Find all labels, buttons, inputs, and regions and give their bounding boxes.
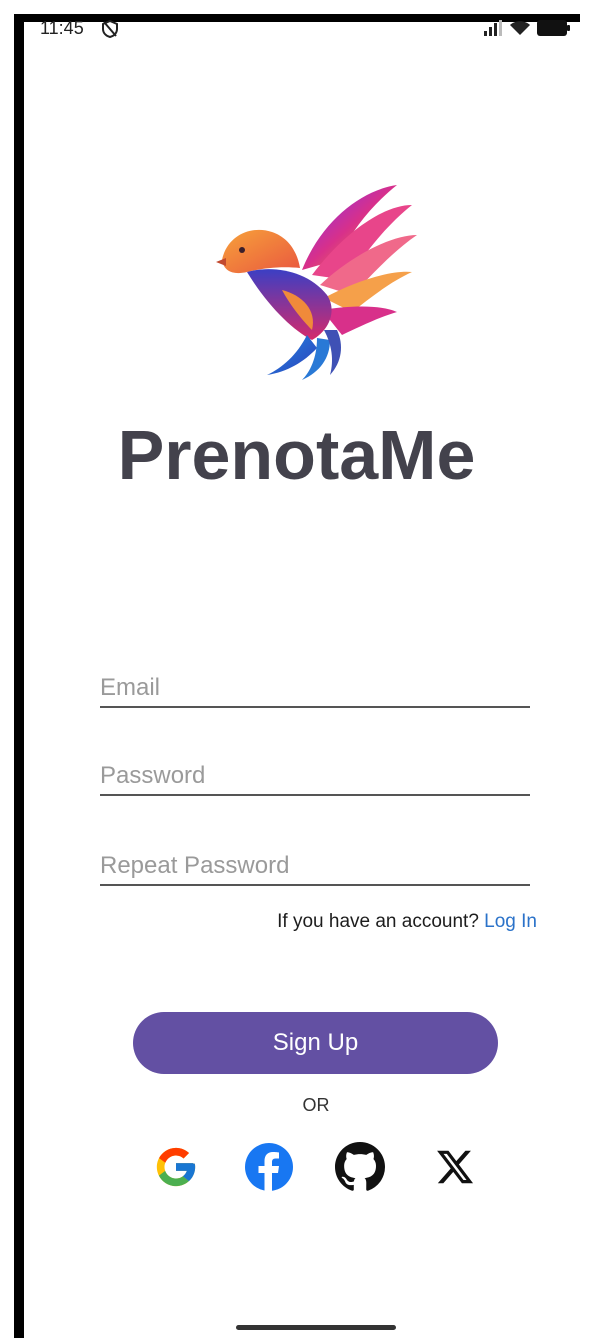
signal-icon (484, 20, 502, 36)
x-icon (437, 1150, 474, 1184)
device-bezel-left (14, 14, 24, 1338)
facebook-login-button[interactable] (244, 1142, 294, 1192)
google-login-button[interactable] (151, 1142, 201, 1192)
repeat-password-field[interactable] (100, 848, 530, 886)
github-icon (335, 1142, 385, 1191)
password-field[interactable] (100, 758, 530, 796)
github-login-button[interactable] (335, 1142, 385, 1192)
signup-screen: 11:45 PrenotaMe Email If you have an acc… (0, 0, 593, 1338)
email-field[interactable] (100, 670, 530, 708)
status-icons (483, 20, 571, 36)
status-time: 11:45 (40, 18, 84, 38)
google-icon (156, 1147, 196, 1187)
account-prompt: If you have an account? Log In (277, 911, 537, 933)
signup-button[interactable]: Sign Up (133, 1012, 498, 1074)
home-indicator[interactable] (236, 1325, 396, 1330)
facebook-icon (245, 1143, 293, 1191)
app-title: PrenotaMe (117, 416, 476, 494)
x-login-button[interactable] (430, 1142, 480, 1192)
wifi-icon (510, 21, 530, 35)
shield-slash-icon (102, 19, 118, 39)
or-divider: OR (302, 1095, 330, 1115)
battery-icon (537, 20, 570, 36)
bird-logo-icon (216, 185, 417, 380)
login-link[interactable]: Log In (484, 911, 537, 932)
account-prompt-text: If you have an account? (277, 911, 479, 932)
